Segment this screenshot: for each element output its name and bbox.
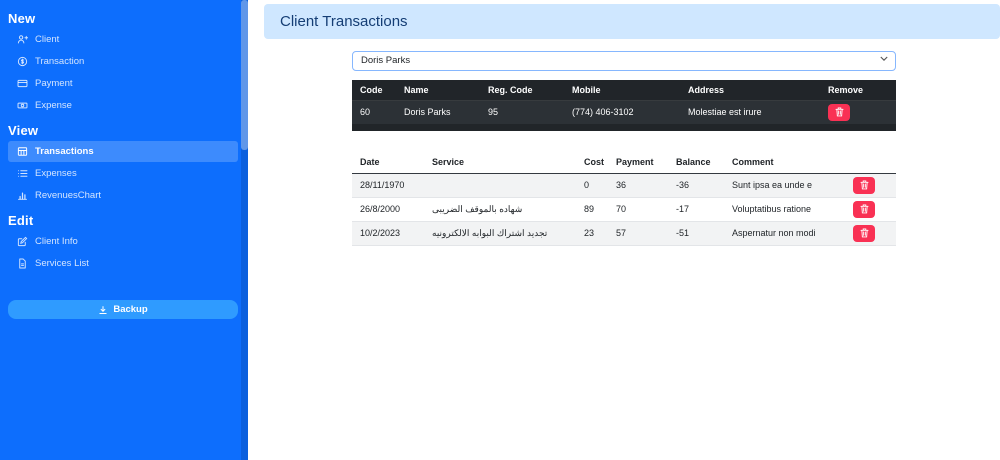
column-header-comment: Comment bbox=[724, 150, 845, 174]
pencil-square-icon bbox=[17, 236, 28, 247]
sidebar-item-label: Client bbox=[35, 34, 60, 45]
tx-remove-cell bbox=[845, 197, 896, 222]
trash-icon bbox=[859, 204, 869, 214]
tx-payment-cell: 57 bbox=[608, 221, 668, 246]
column-header-address: Address bbox=[680, 79, 820, 100]
sidebar-item-label: Transactions bbox=[35, 146, 94, 157]
tx-remove-cell bbox=[845, 173, 896, 198]
tx-date-cell: 26/8/2000 bbox=[352, 197, 424, 222]
delete-client-button[interactable] bbox=[828, 103, 850, 121]
tx-date-cell: 10/2/2023 bbox=[352, 221, 424, 246]
backup-button[interactable]: Backup bbox=[8, 300, 238, 319]
backup-button-label: Backup bbox=[113, 304, 148, 315]
tx-date-cell: 28/11/1970 bbox=[352, 173, 424, 198]
sidebar-item-label: Expenses bbox=[35, 168, 77, 179]
bar-chart-icon bbox=[17, 190, 28, 201]
column-header-payment: Payment bbox=[608, 150, 668, 174]
person-plus-icon bbox=[17, 34, 28, 45]
sidebar-item-client[interactable]: Client bbox=[8, 29, 238, 50]
sidebar-item-services-list[interactable]: Services List bbox=[8, 253, 238, 274]
client-reg-code-cell: 95 bbox=[480, 99, 564, 124]
column-header-date: Date bbox=[352, 150, 424, 174]
delete-transaction-button[interactable] bbox=[853, 176, 875, 194]
cash-icon bbox=[17, 100, 28, 111]
sidebar-item-expense[interactable]: Expense bbox=[8, 95, 238, 116]
content-area: Doris Parks Code Name Reg. Code Mobile A… bbox=[352, 50, 896, 246]
tx-cost-cell: 0 bbox=[576, 173, 608, 198]
column-header-code: Code bbox=[352, 79, 396, 100]
tx-payment-cell: 70 bbox=[608, 197, 668, 222]
trash-icon bbox=[834, 107, 844, 117]
column-header-remove: Remove bbox=[820, 79, 896, 100]
sidebar-item-label: Client Info bbox=[35, 236, 78, 247]
client-code-cell: 60 bbox=[352, 99, 396, 124]
client-select-wrap: Doris Parks bbox=[352, 50, 896, 71]
app-window: New Client Transaction Payment Expense V… bbox=[0, 0, 1000, 460]
list-icon bbox=[17, 168, 28, 179]
trash-icon bbox=[859, 180, 869, 190]
table-row: 60 Doris Parks 95 (774) 406-3102 Molesti… bbox=[352, 99, 896, 124]
main-content: Client Transactions Doris Parks Code Nam… bbox=[248, 0, 1000, 460]
file-text-icon bbox=[17, 258, 28, 269]
client-summary-header-row: Code Name Reg. Code Mobile Address Remov… bbox=[352, 79, 896, 100]
tx-cost-cell: 89 bbox=[576, 197, 608, 222]
sidebar-section-edit-title: Edit bbox=[8, 213, 34, 228]
column-header-cost: Cost bbox=[576, 150, 608, 174]
sidebar-item-label: Transaction bbox=[35, 56, 85, 67]
column-header-balance: Balance bbox=[668, 150, 724, 174]
tx-remove-cell bbox=[845, 221, 896, 246]
tx-balance-cell: -51 bbox=[668, 221, 724, 246]
coin-icon bbox=[17, 56, 28, 67]
tx-balance-cell: -17 bbox=[668, 197, 724, 222]
delete-transaction-button[interactable] bbox=[853, 224, 875, 242]
sidebar-item-label: RevenuesChart bbox=[35, 190, 102, 201]
sidebar-section-view-title: View bbox=[8, 123, 39, 138]
client-name-cell: Doris Parks bbox=[396, 99, 480, 124]
table-row: 10/2/2023 تجديد اشتراك البوابه الالكترون… bbox=[352, 221, 896, 246]
sidebar-item-transactions[interactable]: Transactions bbox=[8, 141, 238, 162]
sidebar-item-client-info[interactable]: Client Info bbox=[8, 231, 238, 252]
client-select[interactable]: Doris Parks bbox=[352, 50, 896, 71]
tx-service-cell bbox=[424, 173, 576, 198]
tx-cost-cell: 23 bbox=[576, 221, 608, 246]
transactions-header-row: Date Service Cost Payment Balance Commen… bbox=[352, 150, 896, 174]
credit-card-icon bbox=[17, 78, 28, 89]
sidebar-item-expenses[interactable]: Expenses bbox=[8, 163, 238, 184]
page-title: Client Transactions bbox=[264, 4, 1000, 39]
client-remove-cell bbox=[820, 99, 896, 124]
client-summary-table: Code Name Reg. Code Mobile Address Remov… bbox=[352, 79, 896, 124]
column-header-reg-code: Reg. Code bbox=[480, 79, 564, 100]
table-row: 26/8/2000 شهاده بالموقف الضريبى 89 70 -1… bbox=[352, 197, 896, 222]
table-row: 28/11/1970 0 36 -36 Sunt ipsa ea unde e bbox=[352, 173, 896, 198]
client-address-cell: Molestiae est irure bbox=[680, 99, 820, 124]
sidebar-scrollbar[interactable] bbox=[241, 0, 248, 460]
tx-service-cell: شهاده بالموقف الضريبى bbox=[424, 197, 576, 222]
sidebar-scrollbar-thumb[interactable] bbox=[241, 0, 248, 150]
sidebar-item-label: Payment bbox=[35, 78, 73, 89]
sidebar-item-revenueschart[interactable]: RevenuesChart bbox=[8, 185, 238, 206]
column-header-service: Service bbox=[424, 150, 576, 174]
sidebar-item-payment[interactable]: Payment bbox=[8, 73, 238, 94]
column-header-remove-blank bbox=[845, 150, 896, 174]
table-icon bbox=[17, 146, 28, 157]
tx-comment-cell: Sunt ipsa ea unde e bbox=[724, 173, 845, 198]
column-header-mobile: Mobile bbox=[564, 79, 680, 100]
delete-transaction-button[interactable] bbox=[853, 200, 875, 218]
tx-payment-cell: 36 bbox=[608, 173, 668, 198]
tx-balance-cell: -36 bbox=[668, 173, 724, 198]
trash-icon bbox=[859, 228, 869, 238]
sidebar-section-new-title: New bbox=[8, 11, 36, 26]
sidebar-item-label: Services List bbox=[35, 258, 89, 269]
download-icon bbox=[99, 305, 107, 314]
tx-service-cell: تجديد اشتراك البوابه الالكترونيه bbox=[424, 221, 576, 246]
client-summary-table-wrap: Code Name Reg. Code Mobile Address Remov… bbox=[352, 79, 896, 131]
column-header-name: Name bbox=[396, 79, 480, 100]
sidebar-item-label: Expense bbox=[35, 100, 72, 111]
client-mobile-cell: (774) 406-3102 bbox=[564, 99, 680, 124]
transactions-table: Date Service Cost Payment Balance Commen… bbox=[352, 150, 896, 246]
tx-comment-cell: Voluptatibus ratione bbox=[724, 197, 845, 222]
sidebar-item-transaction[interactable]: Transaction bbox=[8, 51, 238, 72]
tx-comment-cell: Aspernatur non modi bbox=[724, 221, 845, 246]
sidebar: New Client Transaction Payment Expense V… bbox=[0, 0, 248, 460]
